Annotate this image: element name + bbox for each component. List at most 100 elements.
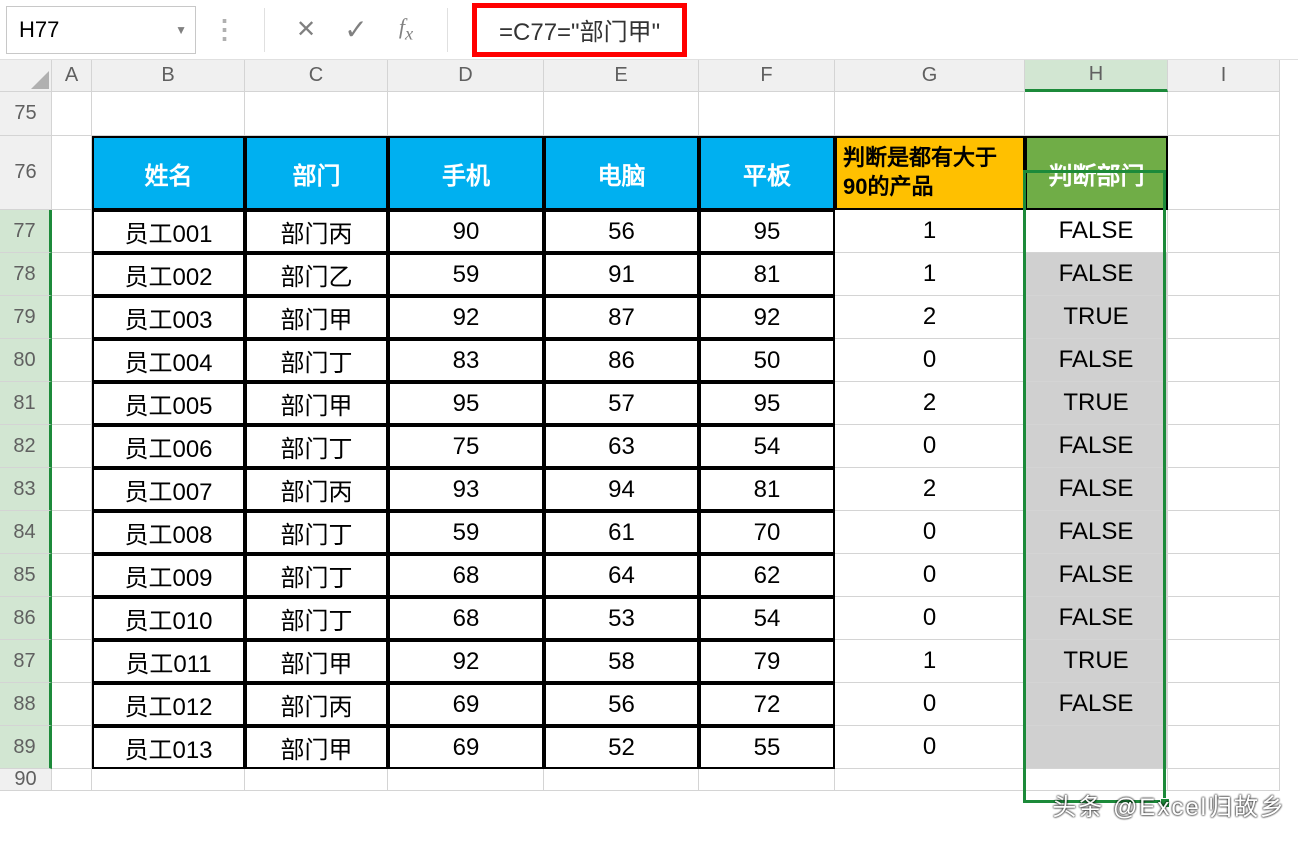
cell-dept[interactable]: 部门丁 [245, 597, 388, 640]
cell[interactable] [52, 597, 92, 640]
cell-computer[interactable]: 91 [544, 253, 699, 296]
cell-name[interactable]: 员工007 [92, 468, 245, 511]
row-header-83[interactable]: 83 [0, 468, 52, 511]
column-header-H[interactable]: H [1025, 60, 1168, 92]
cell-tablet[interactable]: 50 [699, 339, 835, 382]
cell[interactable] [245, 92, 388, 136]
cell-dept[interactable]: 部门丙 [245, 683, 388, 726]
spreadsheet-grid[interactable]: ABCDEFGHI7576姓名部门手机电脑平板判断是都有大于90的产品判断部门7… [0, 60, 1298, 791]
cell-h[interactable] [1025, 726, 1168, 769]
cell-phone[interactable]: 83 [388, 339, 544, 382]
column-header-C[interactable]: C [245, 60, 388, 92]
row-header-79[interactable]: 79 [0, 296, 52, 339]
row-header-77[interactable]: 77 [0, 210, 52, 253]
cell[interactable] [52, 554, 92, 597]
cell-dept[interactable]: 部门丁 [245, 425, 388, 468]
cell[interactable] [699, 769, 835, 791]
cell-h[interactable]: FALSE [1025, 683, 1168, 726]
row-header-84[interactable]: 84 [0, 511, 52, 554]
column-header-I[interactable]: I [1168, 60, 1280, 92]
cell-g[interactable]: 0 [835, 597, 1025, 640]
row-header-86[interactable]: 86 [0, 597, 52, 640]
cell[interactable] [388, 769, 544, 791]
cell-h[interactable]: FALSE [1025, 468, 1168, 511]
cell-dept[interactable]: 部门甲 [245, 382, 388, 425]
cell-h[interactable]: TRUE [1025, 382, 1168, 425]
cell-dept[interactable]: 部门丁 [245, 554, 388, 597]
cell[interactable] [1168, 683, 1280, 726]
cell-g[interactable]: 0 [835, 554, 1025, 597]
cell-g[interactable]: 1 [835, 253, 1025, 296]
cell-tablet[interactable]: 95 [699, 210, 835, 253]
cell-phone[interactable]: 68 [388, 554, 544, 597]
cell-computer[interactable]: 56 [544, 683, 699, 726]
cell[interactable] [92, 769, 245, 791]
cell-h[interactable]: FALSE [1025, 597, 1168, 640]
cell-tablet[interactable]: 55 [699, 726, 835, 769]
cell-h[interactable]: TRUE [1025, 296, 1168, 339]
cell-computer[interactable]: 58 [544, 640, 699, 683]
column-header-B[interactable]: B [92, 60, 245, 92]
cell[interactable] [52, 253, 92, 296]
cell[interactable] [1168, 640, 1280, 683]
cell[interactable] [1168, 597, 1280, 640]
row-header-82[interactable]: 82 [0, 425, 52, 468]
cell[interactable] [52, 425, 92, 468]
cell-phone[interactable]: 69 [388, 683, 544, 726]
cell-g[interactable]: 0 [835, 339, 1025, 382]
cell-tablet[interactable]: 72 [699, 683, 835, 726]
cell-h[interactable]: FALSE [1025, 339, 1168, 382]
cell-tablet[interactable]: 62 [699, 554, 835, 597]
cell[interactable] [1168, 554, 1280, 597]
cell-dept[interactable]: 部门丙 [245, 210, 388, 253]
row-header-81[interactable]: 81 [0, 382, 52, 425]
cell-tablet[interactable]: 81 [699, 253, 835, 296]
cell-tablet[interactable]: 95 [699, 382, 835, 425]
cell[interactable] [52, 382, 92, 425]
cell[interactable] [1025, 92, 1168, 136]
column-header-E[interactable]: E [544, 60, 699, 92]
cell-name[interactable]: 员工009 [92, 554, 245, 597]
cell-h[interactable]: FALSE [1025, 253, 1168, 296]
cell-tablet[interactable]: 81 [699, 468, 835, 511]
cell-computer[interactable]: 61 [544, 511, 699, 554]
column-header-D[interactable]: D [388, 60, 544, 92]
cell-tablet[interactable]: 92 [699, 296, 835, 339]
enter-icon[interactable]: ✓ [333, 7, 379, 53]
fx-icon[interactable]: fx [383, 7, 429, 53]
name-box[interactable]: H77 ▼ [6, 6, 196, 54]
cell[interactable] [1168, 339, 1280, 382]
cell-phone[interactable]: 92 [388, 296, 544, 339]
cell[interactable] [92, 92, 245, 136]
cell[interactable] [1168, 92, 1280, 136]
row-header-89[interactable]: 89 [0, 726, 52, 769]
cell[interactable] [245, 769, 388, 791]
cell-h[interactable]: TRUE [1025, 640, 1168, 683]
cell-g[interactable]: 2 [835, 468, 1025, 511]
cell-dept[interactable]: 部门乙 [245, 253, 388, 296]
cell[interactable] [699, 92, 835, 136]
cell[interactable] [544, 92, 699, 136]
column-header-F[interactable]: F [699, 60, 835, 92]
cell-dept[interactable]: 部门甲 [245, 640, 388, 683]
row-header-85[interactable]: 85 [0, 554, 52, 597]
cell-g[interactable]: 1 [835, 210, 1025, 253]
cell-name[interactable]: 员工005 [92, 382, 245, 425]
cell-computer[interactable]: 57 [544, 382, 699, 425]
cell-computer[interactable]: 53 [544, 597, 699, 640]
cell-g[interactable]: 0 [835, 726, 1025, 769]
cell-computer[interactable]: 87 [544, 296, 699, 339]
cell[interactable] [1168, 296, 1280, 339]
cell-computer[interactable]: 63 [544, 425, 699, 468]
cell-name[interactable]: 员工008 [92, 511, 245, 554]
row-header-78[interactable]: 78 [0, 253, 52, 296]
cell[interactable] [1168, 425, 1280, 468]
cell[interactable] [52, 468, 92, 511]
cell-dept[interactable]: 部门甲 [245, 726, 388, 769]
cancel-icon[interactable]: ✕ [283, 7, 329, 53]
cell-h[interactable]: FALSE [1025, 210, 1168, 253]
more-button[interactable]: ⋮ [200, 7, 246, 53]
cell-computer[interactable]: 86 [544, 339, 699, 382]
cell-g[interactable]: 2 [835, 296, 1025, 339]
cell-name[interactable]: 员工011 [92, 640, 245, 683]
